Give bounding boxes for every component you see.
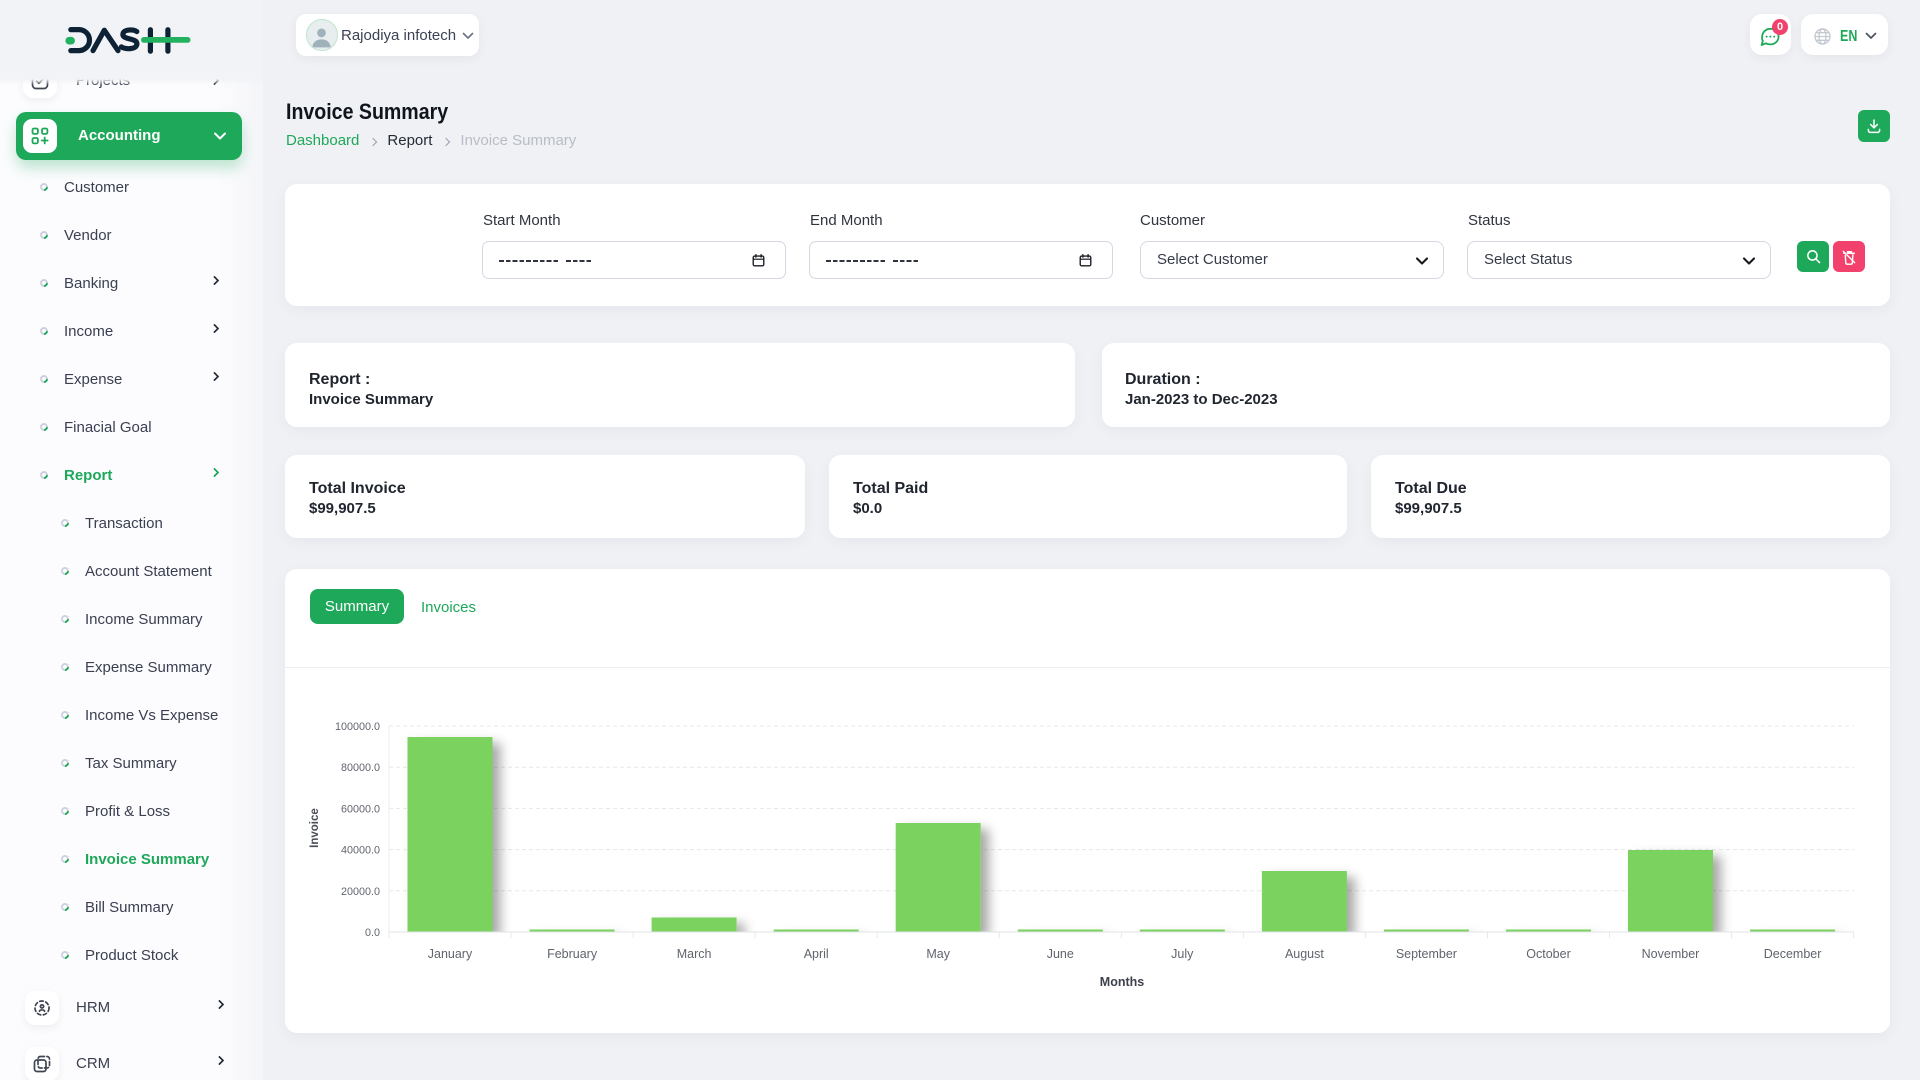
svg-text:100000.0: 100000.0 <box>335 721 380 733</box>
svg-text:September: September <box>1396 947 1457 961</box>
svg-text:December: December <box>1764 947 1822 961</box>
svg-text:January: January <box>428 947 473 961</box>
svg-text:August: August <box>1285 947 1324 961</box>
svg-text:60000.0: 60000.0 <box>341 803 380 815</box>
svg-text:May: May <box>926 947 950 961</box>
svg-text:80000.0: 80000.0 <box>341 762 380 774</box>
svg-text:July: July <box>1171 947 1194 961</box>
svg-text:March: March <box>677 947 712 961</box>
svg-text:April: April <box>804 947 829 961</box>
svg-text:Months: Months <box>1100 975 1144 989</box>
svg-text:40000.0: 40000.0 <box>341 845 380 857</box>
svg-text:20000.0: 20000.0 <box>341 886 380 898</box>
svg-text:0.0: 0.0 <box>365 927 380 939</box>
svg-text:February: February <box>547 947 598 961</box>
svg-text:November: November <box>1642 947 1700 961</box>
svg-text:October: October <box>1526 947 1570 961</box>
svg-text:June: June <box>1047 947 1074 961</box>
svg-text:Invoice: Invoice <box>309 808 321 848</box>
